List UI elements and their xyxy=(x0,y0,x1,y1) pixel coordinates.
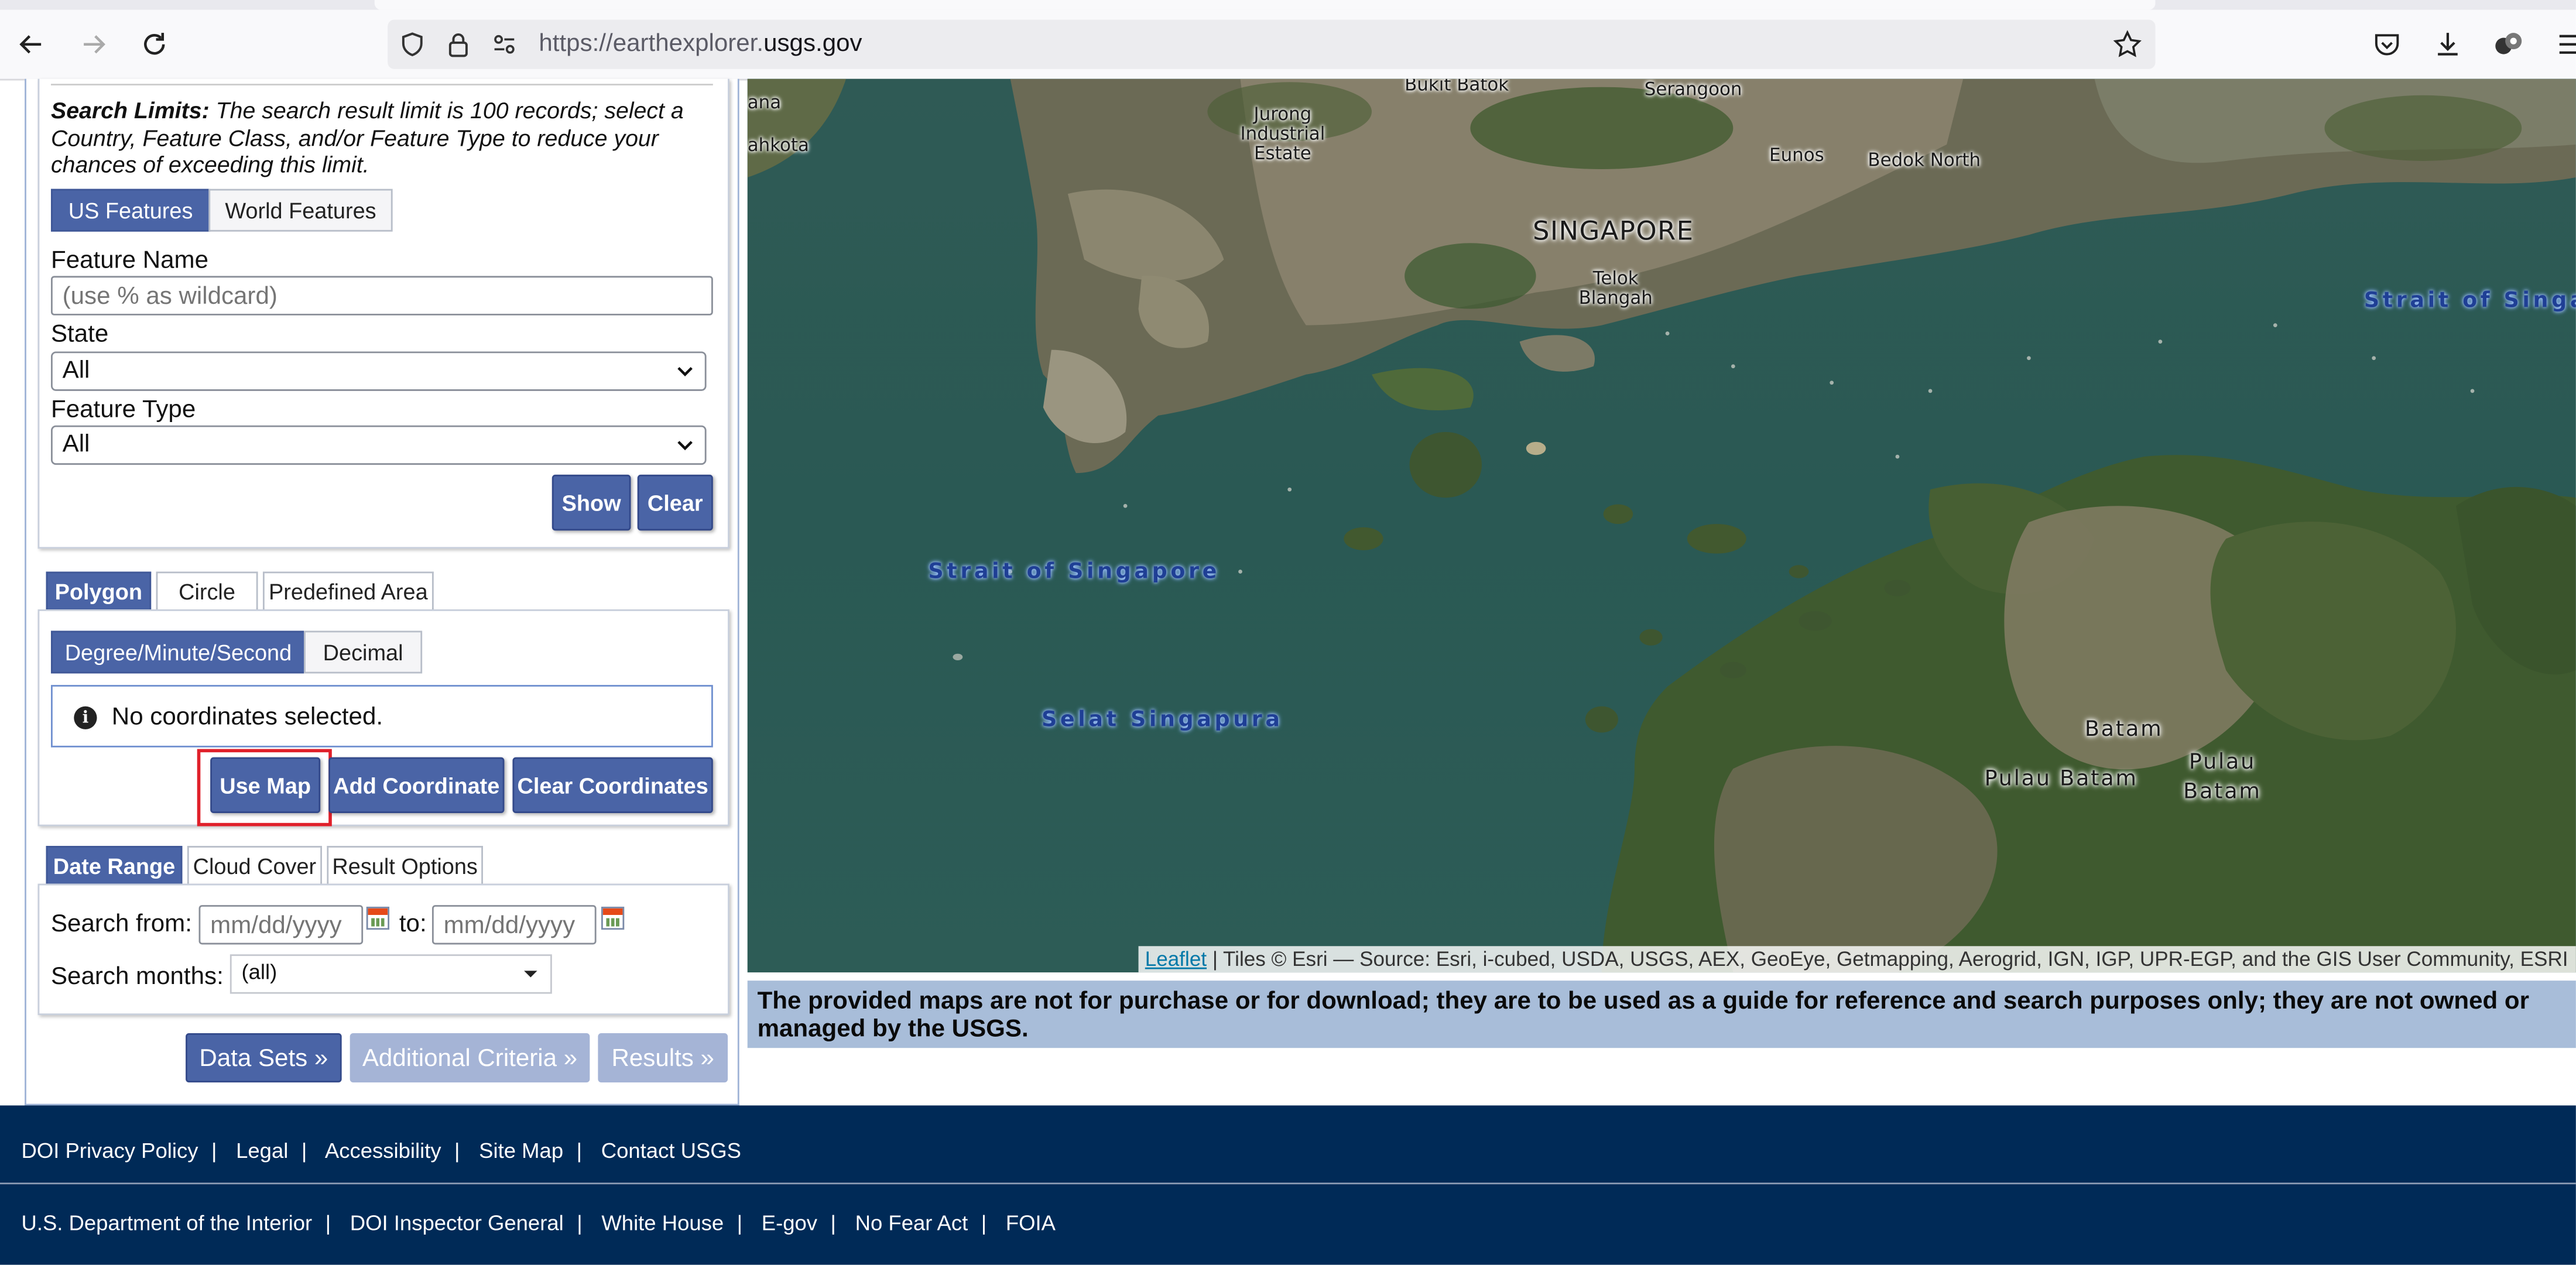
map-label-ahkota: ahkota xyxy=(747,135,809,156)
browser-toolbar: https://earthexplorer.usgs.gov xyxy=(0,9,2576,81)
footer-row-1: DOI Privacy Policy | Legal | Accessibility… xyxy=(21,1138,741,1163)
calendar-icon[interactable] xyxy=(601,906,625,930)
map-imagery xyxy=(747,78,2576,973)
coordinates-message-text: No coordinates selected. xyxy=(111,702,383,731)
show-button[interactable]: Show xyxy=(551,474,631,531)
bookmark-star-icon[interactable] xyxy=(2113,30,2143,60)
tab-date-range[interactable]: Date Range xyxy=(46,846,183,884)
footer-link-legal[interactable]: Legal xyxy=(236,1139,288,1163)
footer-link-egov[interactable]: E-gov xyxy=(762,1211,817,1235)
clear-button[interactable]: Clear xyxy=(637,474,713,531)
map-disclaimer: The provided maps are not for purchase o… xyxy=(747,981,2576,1048)
date-to-input[interactable] xyxy=(431,905,597,945)
map-label-strait-of-singapore-east: Strait of Singap xyxy=(2363,289,2576,314)
satellite-map[interactable]: Bukit Batok Serangoon Jurong Industrial … xyxy=(747,78,2576,973)
divider xyxy=(50,84,713,85)
highlight-box xyxy=(197,749,332,827)
caret-down-icon xyxy=(524,971,537,978)
map-label-jurong: Jurong Industrial Estate xyxy=(1240,103,1325,164)
shield-icon[interactable] xyxy=(398,30,427,60)
map-label-bukit-batok: Bukit Batok xyxy=(1405,78,1509,95)
map-label-selat-singapura: Selat Singapura xyxy=(1042,708,1283,733)
dms-format-toggle[interactable]: Degree/Minute/Second xyxy=(50,630,306,674)
world-features-toggle[interactable]: World Features xyxy=(208,188,393,232)
map-label-telok-blangah: Telok Blangah xyxy=(1578,268,1653,309)
map-label-pulau-batam-2: Pulau Batam xyxy=(2183,750,2262,805)
feature-name-label: Feature Name xyxy=(50,246,209,275)
url-prefix: https://earthexplorer. xyxy=(539,29,764,58)
state-select[interactable]: All xyxy=(50,351,707,391)
url-text[interactable]: https://earthexplorer.usgs.gov xyxy=(539,30,862,60)
url-bar[interactable]: https://earthexplorer.usgs.gov xyxy=(388,19,2156,69)
tab-strip xyxy=(0,0,2576,10)
extensions-icon[interactable] xyxy=(2489,25,2528,64)
search-months-value: (all) xyxy=(241,959,278,984)
clear-coordinates-button[interactable]: Clear Coordinates xyxy=(512,757,713,813)
search-limits-note: Search Limits: The search result limit i… xyxy=(51,97,716,179)
date-range-box xyxy=(37,883,729,1016)
date-from-input[interactable] xyxy=(198,905,364,945)
footer-link-accessibility[interactable]: Accessibility xyxy=(325,1139,441,1163)
reload-icon[interactable] xyxy=(135,25,174,64)
footer-row-2: U.S. Department of the Interior | DOI Ins… xyxy=(21,1211,1056,1236)
footer-link-no-fear-act[interactable]: No Fear Act xyxy=(855,1211,968,1235)
footer-link-contact[interactable]: Contact USGS xyxy=(601,1139,741,1163)
map-label-serangoon: Serangoon xyxy=(1644,78,1742,101)
tab-result-options[interactable]: Result Options xyxy=(327,846,483,884)
footer-link-inspector-general[interactable]: DOI Inspector General xyxy=(350,1211,564,1235)
footer-divider xyxy=(0,1182,2576,1185)
state-label: State xyxy=(50,320,109,348)
feature-name-input[interactable] xyxy=(50,276,713,316)
search-months-label: Search months: xyxy=(50,962,224,991)
pocket-icon[interactable] xyxy=(2367,25,2406,64)
state-select-value: All xyxy=(62,356,90,385)
map-label-bedok-north: Bedok North xyxy=(1868,149,1981,171)
tab-cloud-cover[interactable]: Cloud Cover xyxy=(187,846,322,884)
additional-criteria-button[interactable]: Additional Criteria » xyxy=(350,1033,590,1083)
coordinates-message: i No coordinates selected. xyxy=(50,685,713,748)
leaflet-link[interactable]: Leaflet xyxy=(1145,948,1207,971)
search-limits-title: Search Limits: xyxy=(50,97,210,124)
map-label-singapore: SINGAPORE xyxy=(1532,215,1694,246)
footer-link-white-house[interactable]: White House xyxy=(601,1211,724,1235)
attribution-text: | Tiles © Esri — Source: Esri, i-cubed, … xyxy=(1207,948,2568,971)
site-footer: DOI Privacy Policy | Legal | Accessibility… xyxy=(0,1105,2576,1265)
tab-polygon[interactable]: Polygon xyxy=(46,571,152,610)
active-tab-edge xyxy=(374,0,2156,10)
map-label-batam: Batam xyxy=(2084,718,2163,743)
map-label-pulau-batam: Pulau Batam xyxy=(1984,767,2138,792)
calendar-icon[interactable] xyxy=(366,906,390,930)
feature-type-select-value: All xyxy=(62,430,90,458)
us-features-toggle[interactable]: US Features xyxy=(50,188,211,232)
map-attribution: Leaflet | Tiles © Esri — Source: Esri, i… xyxy=(1138,946,2576,973)
footer-link-site-map[interactable]: Site Map xyxy=(479,1139,563,1163)
info-icon: i xyxy=(74,706,97,729)
decimal-format-toggle[interactable]: Decimal xyxy=(304,630,423,674)
search-months-select[interactable]: (all) xyxy=(229,954,552,994)
results-button[interactable]: Results » xyxy=(598,1033,728,1083)
feature-type-select[interactable]: All xyxy=(50,425,707,465)
url-domain: usgs.gov xyxy=(763,29,862,58)
map-label-strait-of-singapore: Strait of Singapore xyxy=(928,560,1220,585)
footer-link-foia[interactable]: FOIA xyxy=(1006,1211,1056,1235)
footer-link-doi[interactable]: U.S. Department of the Interior xyxy=(21,1211,312,1235)
feature-type-label: Feature Type xyxy=(50,396,196,424)
download-icon[interactable] xyxy=(2428,25,2467,64)
map-label-ana: ana xyxy=(747,92,782,114)
date-to-label: to: xyxy=(399,910,427,938)
chevron-down-icon xyxy=(677,366,693,376)
map-label-eunos: Eunos xyxy=(1769,144,1824,166)
search-from-label: Search from: xyxy=(50,910,192,938)
lock-icon[interactable] xyxy=(444,30,474,60)
footer-link-privacy[interactable]: DOI Privacy Policy xyxy=(21,1139,198,1163)
forward-icon[interactable] xyxy=(74,25,113,64)
menu-icon[interactable] xyxy=(2550,25,2576,64)
back-icon[interactable] xyxy=(12,25,51,64)
permissions-icon[interactable] xyxy=(489,30,519,60)
tab-predefined-area[interactable]: Predefined Area xyxy=(262,571,434,610)
chevron-down-icon xyxy=(677,441,693,451)
add-coordinate-button[interactable]: Add Coordinate xyxy=(328,757,505,813)
data-sets-button[interactable]: Data Sets » xyxy=(186,1033,342,1083)
tab-circle[interactable]: Circle xyxy=(156,571,258,610)
